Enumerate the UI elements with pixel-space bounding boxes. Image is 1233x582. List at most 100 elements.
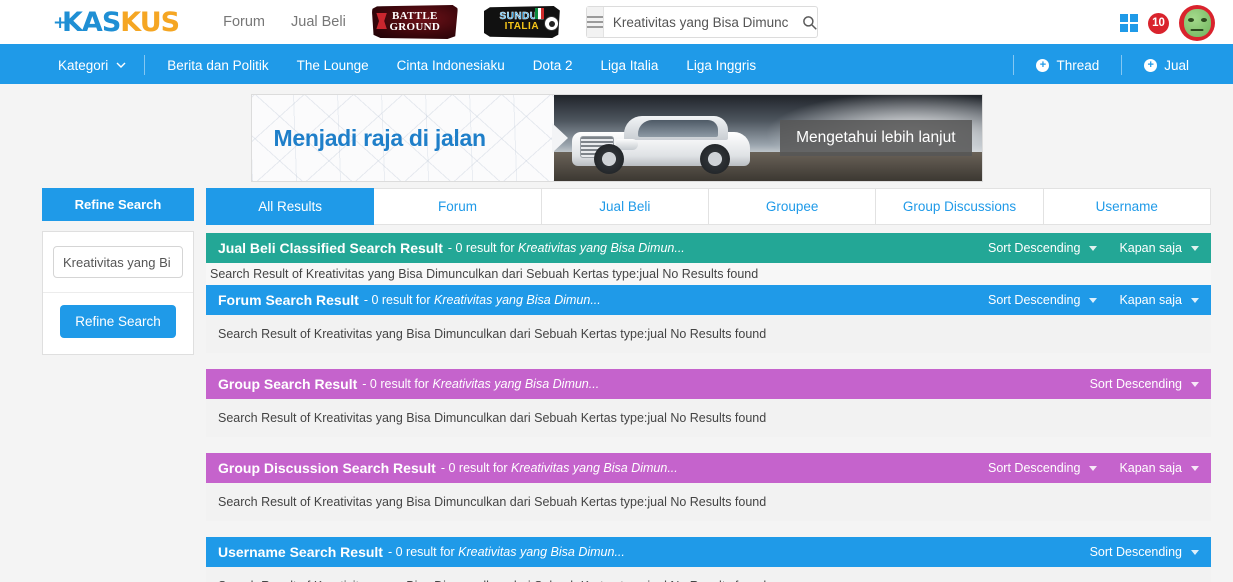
ad-banner-image: Mengetahui lebih lanjut xyxy=(553,95,982,181)
navbar-item-cinta-indonesiaku[interactable]: Cinta Indonesiaku xyxy=(397,58,505,73)
section-meta: - 0 result for Kreativitas yang Bisa Dim… xyxy=(441,461,678,475)
avatar[interactable] xyxy=(1179,5,1215,41)
section-meta: - 0 result for Kreativitas yang Bisa Dim… xyxy=(362,377,599,391)
navbar-item-the-lounge[interactable]: The Lounge xyxy=(297,58,369,73)
navbar-item-liga-italia[interactable]: Liga Italia xyxy=(601,58,659,73)
section-meta-query: Kreativitas yang Bisa Dimun... xyxy=(434,293,601,307)
soccer-ball-icon xyxy=(543,16,559,31)
sort-dropdown[interactable]: Sort Descending xyxy=(1090,545,1199,559)
ad-banner[interactable]: Menjadi raja di jalan Mengetahui lebih l… xyxy=(250,94,983,182)
navbar-item-berita-dan-politik[interactable]: Berita dan Politik xyxy=(167,58,268,73)
tab-groupee[interactable]: Groupee xyxy=(708,188,877,225)
ad-banner-zone: Menjadi raja di jalan Mengetahui lebih l… xyxy=(0,84,1233,182)
kategori-label: Kategori xyxy=(58,57,109,73)
search-icon[interactable] xyxy=(796,7,823,37)
car-wheel xyxy=(699,144,730,174)
time-filter-label: Kapan saja xyxy=(1119,241,1182,255)
section-header: Username Search Result - 0 result for Kr… xyxy=(206,537,1211,567)
avatar-mouth xyxy=(1190,29,1204,31)
time-filter-dropdown[interactable]: Kapan saja xyxy=(1119,293,1199,307)
grid-cell xyxy=(1130,14,1138,22)
section-title: Forum Search Result xyxy=(218,292,359,308)
navbar-item-liga-inggris[interactable]: Liga Inggris xyxy=(686,58,756,73)
ad-cta-button[interactable]: Mengetahui lebih lanjut xyxy=(780,120,972,156)
category-navbar: Kategori Berita dan Politik The Lounge C… xyxy=(0,46,1233,84)
section-jual-beli-classified: Jual Beli Classified Search Result - 0 r… xyxy=(206,233,1211,285)
create-thread-label: Thread xyxy=(1056,57,1100,73)
grid-icon[interactable] xyxy=(1120,14,1138,32)
section-meta-prefix: - 0 result for xyxy=(362,377,433,391)
refine-search-panel: Refine Search xyxy=(42,231,194,355)
header-nav-forum[interactable]: Forum xyxy=(223,14,265,30)
plus-circle-icon: + xyxy=(1036,58,1050,72)
section-title: Username Search Result xyxy=(218,544,383,560)
battleground-line2: GROUND xyxy=(389,21,441,33)
grid-cell xyxy=(1130,24,1138,32)
navbar-links: Berita dan Politik The Lounge Cinta Indo… xyxy=(167,58,756,73)
tab-jual-beli[interactable]: Jual Beli xyxy=(541,188,709,225)
sort-label: Sort Descending xyxy=(988,293,1081,307)
chevron-down-icon xyxy=(1191,549,1199,555)
kaskus-logo[interactable]: + KASKUS xyxy=(53,7,180,38)
ad-headline: Menjadi raja di jalan xyxy=(273,124,487,151)
header-nav-jual-beli[interactable]: Jual Beli xyxy=(291,14,346,30)
page-body: Refine Search Refine Search All Results … xyxy=(0,182,1233,582)
sort-label: Sort Descending xyxy=(988,461,1081,475)
create-jual-button[interactable]: + Jual xyxy=(1121,55,1211,75)
battleground-logo[interactable]: BATTLE GROUND xyxy=(371,5,458,39)
time-filter-label: Kapan saja xyxy=(1119,293,1182,307)
section-header: Group Discussion Search Result - 0 resul… xyxy=(206,453,1211,483)
header-actions: 10 xyxy=(1120,0,1215,46)
dota-icon xyxy=(376,13,387,29)
grid-cell xyxy=(1120,24,1128,32)
section-meta: - 0 result for Kreativitas yang Bisa Dim… xyxy=(388,545,625,559)
sort-label: Sort Descending xyxy=(1089,545,1182,559)
logo-plus-mark: + xyxy=(53,12,67,33)
hamburger-icon[interactable] xyxy=(586,7,604,37)
navbar-item-dota-2[interactable]: Dota 2 xyxy=(533,58,573,73)
time-filter-dropdown[interactable]: Kapan saja xyxy=(1119,241,1199,255)
section-meta-prefix: - 0 result for xyxy=(363,293,434,307)
italy-flag-icon xyxy=(534,8,544,19)
results-tabs: All Results Forum Jual Beli Groupee Grou… xyxy=(206,188,1211,225)
time-filter-dropdown[interactable]: Kapan saja xyxy=(1119,461,1199,475)
refine-search-button[interactable]: Refine Search xyxy=(60,305,176,338)
chevron-down-icon xyxy=(1191,381,1199,387)
sort-dropdown[interactable]: Sort Descending xyxy=(988,461,1098,475)
search-input[interactable] xyxy=(603,7,796,37)
kategori-dropdown[interactable]: Kategori xyxy=(58,55,146,75)
create-jual-label: Jual xyxy=(1164,57,1189,73)
sundul-italia-logo[interactable]: SUNDUL ITALIA xyxy=(483,6,560,38)
section-body: Search Result of Kreativitas yang Bisa D… xyxy=(206,399,1211,437)
sort-dropdown[interactable]: Sort Descending xyxy=(988,293,1098,307)
avatar-face-icon xyxy=(1183,9,1211,37)
tab-forum[interactable]: Forum xyxy=(374,188,542,225)
tab-group-discussions[interactable]: Group Discussions xyxy=(876,188,1044,225)
sort-dropdown[interactable]: Sort Descending xyxy=(1090,377,1199,391)
navbar-actions: + Thread + Jual xyxy=(1013,46,1211,84)
section-header: Group Search Result - 0 result for Kreat… xyxy=(206,369,1211,399)
section-group-discussion: Group Discussion Search Result - 0 resul… xyxy=(206,453,1211,521)
chevron-down-icon xyxy=(1191,297,1199,303)
hamburger-bar xyxy=(586,16,603,18)
chevron-down-icon xyxy=(1089,465,1098,471)
refine-keyword-input[interactable] xyxy=(53,246,183,278)
section-forum: Forum Search Result - 0 result for Kreat… xyxy=(206,285,1211,353)
sort-label: Sort Descending xyxy=(1089,377,1182,391)
notification-badge[interactable]: 10 xyxy=(1148,12,1169,34)
site-header: + KASKUS Forum Jual Beli BATTLE GROUND SU… xyxy=(0,0,1233,46)
section-meta: - 0 result for Kreativitas yang Bisa Dim… xyxy=(364,293,601,307)
create-thread-button[interactable]: + Thread xyxy=(1013,55,1121,75)
section-meta-query: Kreativitas yang Bisa Dimun... xyxy=(458,545,625,559)
refine-search-sidebar: Refine Search Refine Search xyxy=(42,188,194,355)
sundul-italia-line2: ITALIA xyxy=(504,21,540,32)
tab-username[interactable]: Username xyxy=(1043,188,1211,225)
tab-all-results[interactable]: All Results xyxy=(206,188,375,225)
car-wheel xyxy=(593,144,624,174)
section-meta-prefix: - 0 result for xyxy=(440,461,512,475)
section-header: Jual Beli Classified Search Result - 0 r… xyxy=(206,233,1211,263)
plus-circle-icon: + xyxy=(1144,58,1158,72)
section-body: Search Result of Kreativitas yang Bisa D… xyxy=(206,315,1211,353)
section-meta-query: Kreativitas yang Bisa Dimun... xyxy=(432,377,600,391)
sort-dropdown[interactable]: Sort Descending xyxy=(988,241,1098,255)
